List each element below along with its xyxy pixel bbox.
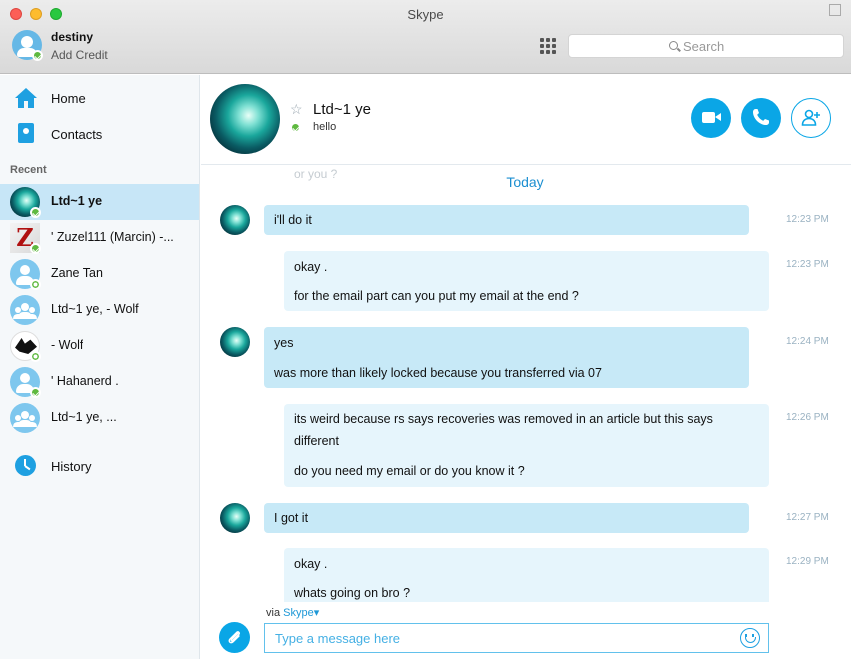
offline-status-icon: [30, 279, 41, 290]
sidebar-item-home[interactable]: Home: [0, 84, 199, 112]
message-text: do you need my email or do you know it ?: [294, 464, 525, 478]
recent-item-group-ltd[interactable]: Ltd~1 ye, ...: [0, 400, 199, 436]
window-title: Skype: [407, 7, 444, 22]
message-timestamp: 12:24 PM: [786, 336, 829, 347]
recent-item-ltd-1-ye[interactable]: Ltd~1 ye: [0, 184, 199, 220]
add-credit-link[interactable]: Add Credit: [51, 48, 108, 62]
recent-item-label: - Wolf: [51, 338, 84, 352]
conversation-pane[interactable]: or you ? Today i'll do it 12:23 PM okay …: [201, 166, 851, 602]
recent-item-group-ltd-wolf[interactable]: Ltd~1 ye, - Wolf: [0, 292, 199, 328]
avatar: Z: [10, 223, 41, 254]
via-skype-selector[interactable]: via Skype▾: [266, 606, 319, 619]
avatar: [10, 259, 41, 290]
sender-avatar[interactable]: [220, 205, 250, 235]
group-avatar: [10, 295, 40, 325]
message-text: yes: [274, 336, 294, 350]
date-divider: Today: [506, 174, 544, 190]
contact-mood-message: hello: [313, 121, 337, 133]
recent-item-wolf[interactable]: - Wolf: [0, 328, 199, 364]
recent-item-label: ' Zuzel111 (Marcin) -...: [51, 230, 174, 244]
message-timestamp: 12:27 PM: [786, 512, 829, 523]
video-call-button[interactable]: [691, 98, 731, 138]
emoticon-icon[interactable]: [740, 628, 760, 648]
history-icon: [15, 455, 36, 476]
my-name[interactable]: destiny: [51, 30, 93, 44]
message-text: different: [294, 434, 339, 448]
message-input[interactable]: [275, 630, 715, 647]
message-text: okay .: [294, 260, 328, 274]
contact-avatar[interactable]: [210, 84, 280, 154]
fullscreen-icon[interactable]: [829, 4, 841, 16]
search-input[interactable]: [683, 38, 833, 54]
offline-status-icon: [30, 351, 41, 362]
recent-item-label: Ltd~1 ye, ...: [51, 410, 117, 424]
message-text: for the email part can you put my email …: [294, 289, 579, 303]
recent-item-label: ' Hahanerd .: [51, 374, 119, 388]
sidebar-item-contacts[interactable]: Contacts: [0, 120, 199, 148]
online-status-icon: [30, 207, 41, 218]
recent-item-label: Ltd~1 ye: [51, 194, 103, 208]
message-text: whats going on bro ?: [294, 586, 411, 600]
sidebar-item-label: Contacts: [51, 126, 103, 142]
sidebar-item-label: History: [51, 458, 92, 474]
add-people-button[interactable]: [791, 98, 831, 138]
title-bar: Skype destiny Add Credit: [0, 0, 851, 74]
recent-item-label: Zane Tan: [51, 266, 103, 280]
sidebar-item-history[interactable]: History: [0, 452, 199, 480]
message-timestamp: 12:26 PM: [786, 412, 829, 423]
chat-header: ☆ Ltd~1 ye hello: [201, 75, 851, 165]
attach-file-button[interactable]: [219, 622, 250, 653]
contacts-icon: [18, 123, 34, 143]
chevron-down-icon[interactable]: ▾: [314, 607, 320, 619]
avatar: [10, 367, 41, 398]
sender-avatar[interactable]: [220, 503, 250, 533]
skype-service-link[interactable]: Skype: [283, 607, 314, 619]
search-box[interactable]: [568, 34, 844, 58]
add-person-icon: [801, 109, 820, 126]
message-text: I got it: [274, 511, 309, 525]
message-text: i'll do it: [274, 213, 312, 227]
avatar: [10, 331, 41, 362]
message-bubble-incoming[interactable]: yes was more than likely locked because …: [264, 327, 749, 388]
my-avatar[interactable]: [12, 30, 43, 61]
message-composer[interactable]: [264, 623, 769, 653]
paperclip-icon: [228, 631, 240, 644]
star-icon[interactable]: ☆: [290, 102, 303, 116]
video-camera-icon: [702, 112, 721, 123]
online-status-icon: [30, 387, 41, 398]
message-text: okay .: [294, 557, 328, 571]
message-timestamp: 12:23 PM: [786, 214, 829, 225]
chat-contact-name[interactable]: Ltd~1 ye: [313, 101, 371, 118]
recent-item-label: Ltd~1 ye, - Wolf: [51, 302, 139, 316]
message-bubble-outgoing[interactable]: okay . for the email part can you put my…: [284, 251, 769, 311]
group-avatar: [10, 403, 40, 433]
audio-call-button[interactable]: [741, 98, 781, 138]
recent-item-zane-tan[interactable]: Zane Tan: [0, 256, 199, 292]
avatar: [10, 187, 41, 218]
via-label: via: [266, 607, 281, 619]
online-status-icon: [30, 243, 41, 254]
message-bubble-outgoing[interactable]: its weird because rs says recoveries was…: [284, 404, 769, 487]
recent-item-hahanerd[interactable]: ' Hahanerd .: [0, 364, 199, 400]
message-timestamp: 12:23 PM: [786, 259, 829, 270]
message-bubble-incoming[interactable]: i'll do it: [264, 205, 749, 235]
message-bubble-incoming[interactable]: I got it: [264, 503, 749, 533]
message-bubble-outgoing[interactable]: okay . whats going on bro ?: [284, 548, 769, 602]
home-icon: [15, 88, 37, 108]
sender-avatar[interactable]: [220, 327, 250, 357]
recent-heading: Recent: [10, 164, 47, 176]
dialpad-icon[interactable]: [540, 38, 556, 54]
search-icon: [669, 41, 678, 50]
sidebar-item-label: Home: [51, 90, 86, 106]
message-text: was more than likely locked because you …: [274, 366, 602, 380]
recent-item-zuzel111[interactable]: Z ' Zuzel111 (Marcin) -...: [0, 220, 199, 256]
message-text: its weird because rs says recoveries was…: [294, 412, 713, 426]
online-status-icon: [32, 50, 43, 61]
sidebar: Home Contacts Recent Ltd~1 ye Z ' Zuzel1…: [0, 75, 200, 659]
online-status-icon: [290, 122, 301, 133]
message-timestamp: 12:29 PM: [786, 556, 829, 567]
phone-icon: [753, 109, 769, 125]
